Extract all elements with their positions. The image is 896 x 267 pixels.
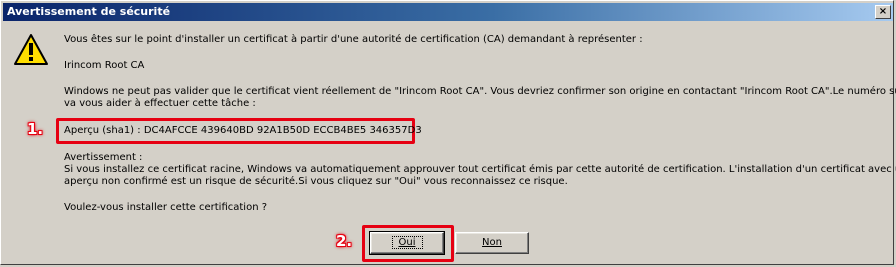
avertissement-line-1: Si vous installez ce certificat racine, … xyxy=(64,164,896,175)
thumbprint-text: Aperçu (sha1) : DC4AFCCE 439640BD 92A1B5… xyxy=(64,125,422,136)
close-button[interactable]: × xyxy=(875,5,891,19)
yes-button[interactable]: Oui xyxy=(369,231,445,255)
intro-text: Vous êtes sur le point d'installer un ce… xyxy=(64,34,643,45)
warning-icon xyxy=(14,34,48,65)
yes-button-label: Oui xyxy=(391,236,423,249)
ca-name: Irincom Root CA xyxy=(64,60,145,71)
avertissement-line-2: aperçu non confirmé est un risque de séc… xyxy=(64,176,568,187)
no-button[interactable]: Non xyxy=(455,232,529,254)
warning-line-1: Windows ne peut pas valider que le certi… xyxy=(64,86,896,97)
title-bar: Avertissement de sécurité × xyxy=(3,3,893,21)
window-title: Avertissement de sécurité xyxy=(7,5,171,18)
no-button-label: Non xyxy=(482,237,502,248)
question-text: Voulez-vous installer cette certificatio… xyxy=(64,202,268,213)
avertissement-title: Avertissement : xyxy=(64,152,143,163)
step-2-label: 2. xyxy=(336,232,353,250)
security-warning-dialog: Avertissement de sécurité × Vous êtes su… xyxy=(0,0,896,265)
warning-line-2: va vous aider à effectuer cette tâche : xyxy=(64,98,256,109)
step-1-label: 1. xyxy=(27,120,44,138)
